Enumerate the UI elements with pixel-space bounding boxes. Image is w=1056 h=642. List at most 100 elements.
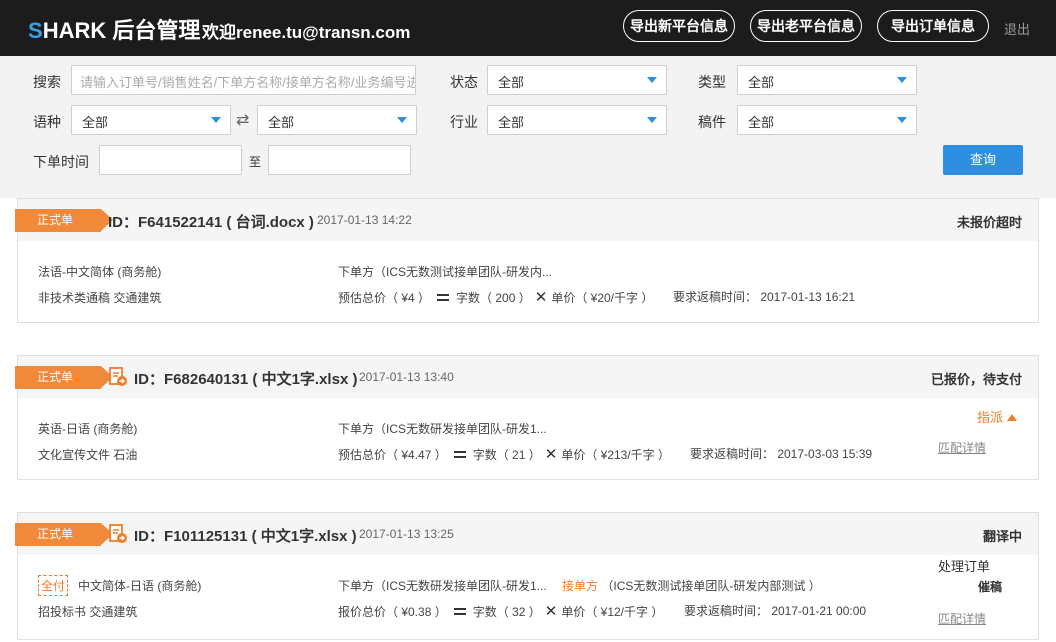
equals-icon xyxy=(453,451,466,458)
order-id: ID：F101125131 ( 中文1字.xlsx ) xyxy=(134,525,357,546)
word-count: 字数（ 21 ） xyxy=(472,448,541,462)
order-id: ID：F641522141 ( 台词.docx ) xyxy=(108,211,314,232)
multiply-icon: ✕ xyxy=(534,289,548,306)
unit-price: 单价（ ¥12/千字 ） xyxy=(561,605,664,619)
target-language-value: 全部 xyxy=(268,115,295,130)
dropdown-arrow-icon xyxy=(397,117,407,123)
unit-price: 单价（ ¥213/千字 ） xyxy=(561,448,671,462)
order-card-header: 正式单 ID：F682640131 ( 中文1字.xlsx ) 2017-01-… xyxy=(15,356,1038,398)
source-language-select[interactable]: 全部 xyxy=(71,105,231,135)
dropdown-arrow-icon xyxy=(897,117,907,123)
status-select-value: 全部 xyxy=(498,75,525,90)
type-label: 类型 xyxy=(698,74,726,90)
order-receiver: （ICS无数测试接单团队-研发内部测试 ） xyxy=(601,579,821,593)
process-order-link[interactable]: 处理订单 xyxy=(938,556,990,575)
unit-price: 单价（ ¥20/千字 ） xyxy=(551,291,654,305)
dropdown-arrow-icon xyxy=(647,117,657,123)
order-client: 下单方（ICS无数研发接单团队-研发1... xyxy=(338,579,547,593)
order-deadline: 要求返稿时间： 2017-01-13 16:21 xyxy=(673,290,856,304)
source-language-value: 全部 xyxy=(82,115,109,130)
order-file-name: ( 台词.docx ) xyxy=(226,214,314,231)
order-status: 已报价，待支付 xyxy=(930,372,1022,387)
document-icon xyxy=(109,367,127,386)
order-language: 中文简体-日语 (商务舱) xyxy=(78,579,202,593)
order-price-row: 预估总价（ ¥4 ） 字数（ 200 ） ✕ 单价（ ¥20/千字 ） xyxy=(338,288,653,306)
order-file-name: ( 中文1字.xlsx ) xyxy=(251,528,357,545)
order-status: 未报价超时 xyxy=(956,215,1022,230)
start-date-input[interactable] xyxy=(99,145,242,175)
urge-button[interactable]: 催稿 xyxy=(978,578,1002,595)
logo-letter: S xyxy=(28,18,43,43)
order-client-row: 下单方（ICS无数研发接单团队-研发1... 接单方 （ICS无数测试接单团队-… xyxy=(338,577,821,594)
app-logo: SHARK 后台管理 xyxy=(28,13,200,45)
industry-select[interactable]: 全部 xyxy=(487,105,667,135)
order-language: 英语-日语 (商务舱) xyxy=(38,422,138,436)
full-payment-badge: 全付 xyxy=(38,575,69,596)
word-count: 字数（ 200 ） xyxy=(456,291,531,305)
export-new-platform-button[interactable]: 导出新平台信息 xyxy=(623,10,735,42)
order-card: 正式单 ID：F682640131 ( 中文1字.xlsx ) 2017-01-… xyxy=(15,355,1039,480)
document-label: 稿件 xyxy=(698,114,726,130)
order-language-row: 全付 中文简体-日语 (商务舱) xyxy=(38,575,201,596)
order-deadline: 要求返稿时间： 2017-03-03 15:39 xyxy=(690,447,873,461)
swap-languages-icon[interactable]: ⇄ xyxy=(236,110,249,130)
order-category: 文化宣传文件 石油 xyxy=(38,448,138,462)
order-client: 下单方（ICS无数测试接单团队-研发内... xyxy=(338,265,553,279)
search-label: 搜索 xyxy=(33,74,61,90)
order-date-label: 下单时间 xyxy=(33,154,89,170)
search-input[interactable]: 请输入订单号/销售姓名/下单方名称/接单方名称/业务编号进行 xyxy=(71,65,416,95)
industry-label: 行业 xyxy=(450,114,478,130)
industry-select-value: 全部 xyxy=(498,115,525,130)
type-select-value: 全部 xyxy=(748,75,775,90)
multiply-icon: ✕ xyxy=(544,446,558,463)
equals-icon xyxy=(453,608,466,615)
order-time: 2017-01-13 14:22 xyxy=(317,213,412,227)
order-type-tag: 正式单 xyxy=(15,523,113,546)
status-select[interactable]: 全部 xyxy=(487,65,667,95)
equals-icon xyxy=(437,294,450,301)
order-time: 2017-01-13 13:25 xyxy=(359,527,454,541)
receiver-label: 接单方 xyxy=(562,579,599,593)
document-icon xyxy=(109,524,127,543)
document-select-value: 全部 xyxy=(748,115,775,130)
document-select[interactable]: 全部 xyxy=(737,105,917,135)
order-client: 下单方（ICS无数研发接单团队-研发1... xyxy=(338,422,547,436)
date-to-label: 至 xyxy=(249,155,262,169)
logo-text: HARK 后台管理 xyxy=(42,18,201,43)
dropdown-arrow-icon xyxy=(211,117,221,123)
assign-button[interactable]: 指派 xyxy=(977,407,1018,426)
type-select[interactable]: 全部 xyxy=(737,65,917,95)
status-label: 状态 xyxy=(450,74,478,90)
quoted-total-price: 报价总价（ ¥0.38 ） xyxy=(338,605,447,619)
order-card: 正式单 ID：F641522141 ( 台词.docx ) 2017-01-13… xyxy=(15,198,1039,323)
word-count: 字数（ 32 ） xyxy=(472,605,541,619)
logout-link[interactable]: 退出 xyxy=(1004,19,1030,38)
order-language: 法语-中文简体 (商务舱) xyxy=(38,265,162,279)
target-language-select[interactable]: 全部 xyxy=(257,105,417,135)
match-details-link[interactable]: 匹配详情 xyxy=(938,439,986,456)
order-id-text: ID：F641522141 xyxy=(108,214,223,231)
top-bar: SHARK 后台管理 欢迎renee.tu@transn.com 导出新平台信息… xyxy=(0,0,1056,56)
export-old-platform-button[interactable]: 导出老平台信息 xyxy=(750,10,862,42)
query-button[interactable]: 查询 xyxy=(943,145,1023,175)
dropdown-arrow-icon xyxy=(897,77,907,83)
order-id-text: ID：F682640131 xyxy=(134,371,249,388)
match-details-link[interactable]: 匹配详情 xyxy=(938,610,986,627)
order-card: 正式单 ID：F101125131 ( 中文1字.xlsx ) 2017-01-… xyxy=(15,512,1039,640)
order-type-tag: 正式单 xyxy=(15,366,113,389)
order-card-header: 正式单 ID：F101125131 ( 中文1字.xlsx ) 2017-01-… xyxy=(15,513,1038,555)
order-price-row: 预估总价（ ¥4.47 ） 字数（ 21 ） ✕ 单价（ ¥213/千字 ） xyxy=(338,445,670,463)
end-date-input[interactable] xyxy=(268,145,411,175)
order-card-header: 正式单 ID：F641522141 ( 台词.docx ) 2017-01-13… xyxy=(15,199,1038,241)
order-type-tag: 正式单 xyxy=(15,209,113,232)
order-file-name: ( 中文1字.xlsx ) xyxy=(252,371,358,388)
order-id-text: ID：F101125131 xyxy=(134,528,248,545)
estimated-total-price: 预估总价（ ¥4.47 ） xyxy=(338,448,447,462)
caret-up-icon xyxy=(1007,414,1018,421)
export-orders-button[interactable]: 导出订单信息 xyxy=(877,10,989,42)
order-status: 翻译中 xyxy=(982,529,1022,544)
order-deadline: 要求返稿时间： 2017-01-21 00:00 xyxy=(684,604,867,618)
dropdown-arrow-icon xyxy=(647,77,657,83)
order-id: ID：F682640131 ( 中文1字.xlsx ) xyxy=(134,368,357,389)
order-price-row: 报价总价（ ¥0.38 ） 字数（ 32 ） ✕ 单价（ ¥12/千字 ） xyxy=(338,602,663,620)
